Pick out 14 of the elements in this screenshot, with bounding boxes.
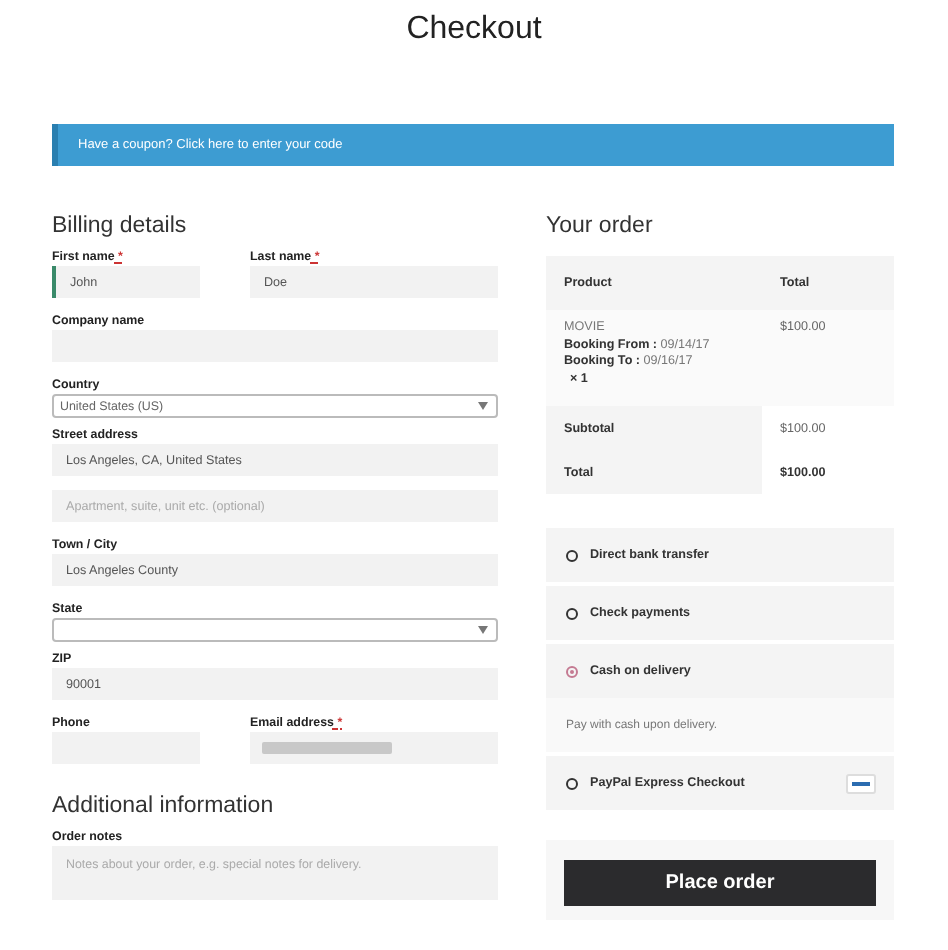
radio-button[interactable] (566, 777, 578, 789)
section-heading: Your order (546, 214, 655, 242)
caret-icon (478, 626, 488, 634)
radio-button[interactable] (566, 549, 578, 561)
radio-button[interactable] (566, 607, 578, 619)
place-order-button[interactable]: Place order (564, 860, 876, 906)
caret-icon (478, 402, 488, 410)
page-title: Checkout (404, 10, 544, 50)
section-heading: Additional information (52, 794, 276, 822)
input-field[interactable] (250, 732, 498, 764)
section-heading: Billing details (52, 214, 189, 242)
select-field[interactable] (52, 618, 498, 642)
redacted-value (262, 742, 392, 754)
radio-button[interactable] (566, 665, 578, 677)
